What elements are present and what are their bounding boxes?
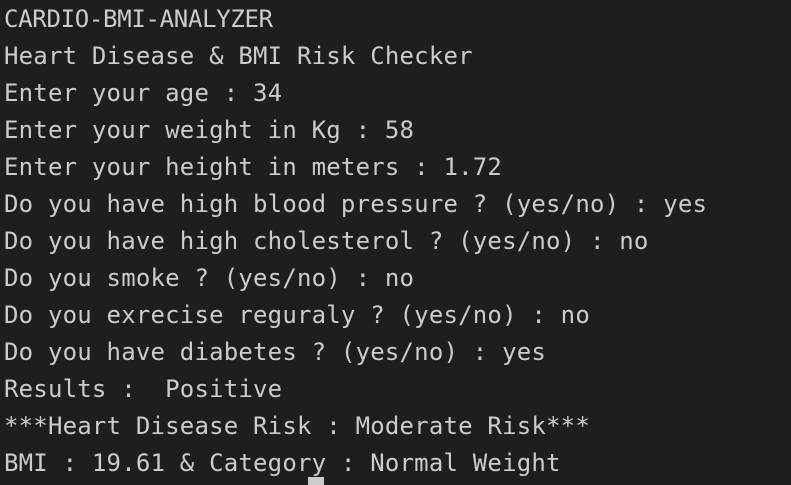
diabetes-prompt-line: Do you have diabetes ? (yes/no) : yes [4,338,547,366]
weight-prompt-line: Enter your weight in Kg : 58 [4,116,415,144]
heart-risk-line: ***Heart Disease Risk : Moderate Risk*** [4,412,590,440]
age-prompt-line: Enter your age : 34 [4,79,283,107]
blood-pressure-prompt-line: Do you have high blood pressure ? (yes/n… [4,190,708,218]
smoke-prompt-line: Do you smoke ? (yes/no) : no [4,264,415,292]
cholesterol-prompt-line: Do you have high cholesterol ? (yes/no) … [4,227,649,255]
height-prompt-line: Enter your height in meters : 1.72 [4,153,503,181]
bmi-category-line: BMI : 19.61 & Category : Normal Weight [4,449,561,477]
exercise-prompt-line: Do you exrecise reguraly ? (yes/no) : no [4,301,590,329]
subtitle-line: Heart Disease & BMI Risk Checker [4,42,473,70]
app-title-line: CARDIO-BMI-ANALYZER [4,5,273,33]
terminal-output[interactable]: CARDIO-BMI-ANALYZER Heart Disease & BMI … [0,0,791,485]
results-line: Results : Positive [4,375,283,403]
text-cursor [308,477,324,485]
